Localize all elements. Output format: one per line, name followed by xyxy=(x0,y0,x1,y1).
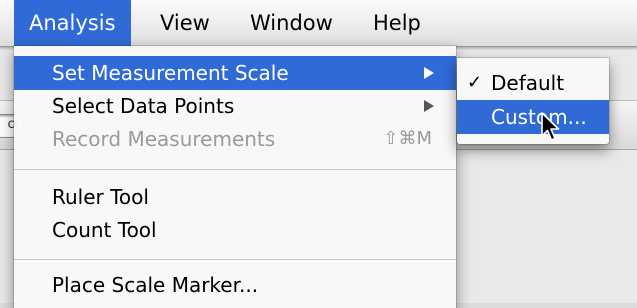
menu-window[interactable]: Window xyxy=(235,0,348,46)
menu-separator xyxy=(14,259,456,260)
menu-item-label: Ruler Tool xyxy=(52,185,149,209)
menu-item-ruler-tool[interactable]: Ruler Tool xyxy=(14,180,456,214)
arrow-pointer-icon xyxy=(541,112,560,141)
scale-submenu: ✓ Default Custom... xyxy=(457,58,609,144)
menu-item-set-measurement-scale[interactable]: Set Measurement Scale xyxy=(14,56,456,90)
menu-item-label: Count Tool xyxy=(52,218,157,242)
menu-bar: Analysis View Window Help xyxy=(0,0,637,47)
submenu-item-label: Custom... xyxy=(491,105,587,129)
analysis-menu: Set Measurement Scale Select Data Points… xyxy=(14,46,456,308)
submenu-arrow-icon xyxy=(424,67,434,79)
checkmark-icon: ✓ xyxy=(467,72,483,93)
submenu-item-label: Default xyxy=(491,71,565,95)
submenu-item-custom[interactable]: Custom... xyxy=(457,100,609,134)
menu-item-select-data-points[interactable]: Select Data Points xyxy=(14,89,456,123)
menu-separator xyxy=(14,169,456,170)
menu-item-count-tool[interactable]: Count Tool xyxy=(14,213,456,247)
menu-item-label: Set Measurement Scale xyxy=(52,61,289,85)
menu-help[interactable]: Help xyxy=(358,0,436,46)
menu-item-label: Select Data Points xyxy=(52,94,235,118)
menu-item-record-measurements: Record Measurements ⇧⌘M xyxy=(14,122,456,156)
keyboard-shortcut: ⇧⌘M xyxy=(383,128,432,149)
submenu-arrow-icon xyxy=(424,100,434,112)
menu-analysis[interactable]: Analysis xyxy=(14,0,131,46)
submenu-item-default[interactable]: ✓ Default xyxy=(457,66,609,100)
menu-item-label: Place Scale Marker... xyxy=(52,273,259,297)
menu-view[interactable]: View xyxy=(145,0,225,46)
menu-item-label: Record Measurements xyxy=(52,127,276,151)
menu-item-place-scale-marker[interactable]: Place Scale Marker... xyxy=(14,268,456,302)
